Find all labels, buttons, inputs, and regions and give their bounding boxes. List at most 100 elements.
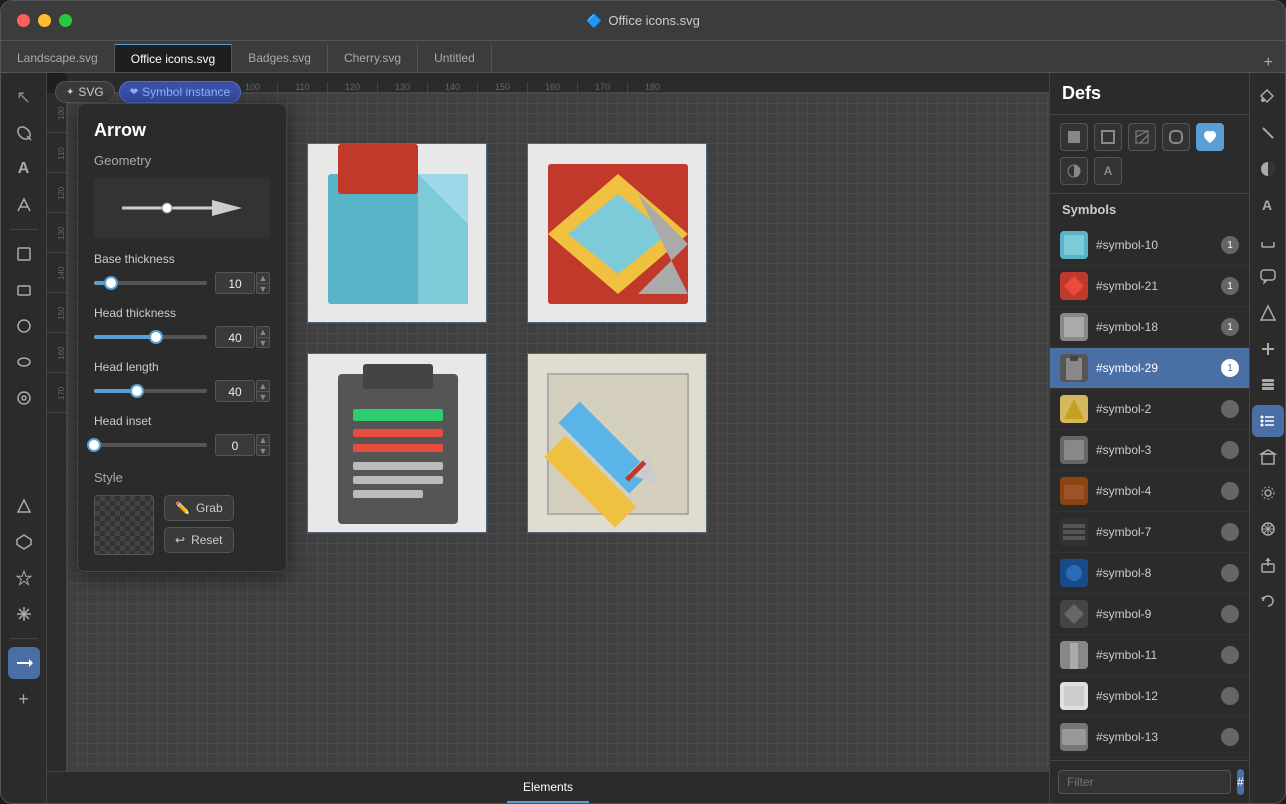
node-tool[interactable] <box>8 189 40 221</box>
tab-office[interactable]: Office icons.svg <box>115 44 232 72</box>
symbol-29-name: #symbol-29 <box>1096 361 1221 375</box>
triangle-tool[interactable] <box>8 490 40 522</box>
base-thickness-up[interactable]: ▲ <box>256 272 270 283</box>
title-bar: 🔷 Office icons.svg <box>1 1 1285 41</box>
rect-stroke-icon[interactable] <box>1094 123 1122 151</box>
elements-tab[interactable]: Elements <box>507 772 589 803</box>
head-thickness-slider[interactable] <box>94 335 207 339</box>
target-tool[interactable] <box>8 382 40 414</box>
symbol-item-9[interactable]: #symbol-9 <box>1050 594 1249 635</box>
symbol-item-8[interactable]: #symbol-8 <box>1050 553 1249 594</box>
symbol-item-3[interactable]: #symbol-3 <box>1050 430 1249 471</box>
settings-tool[interactable] <box>1252 477 1284 509</box>
export-tool[interactable] <box>1252 549 1284 581</box>
snowflake-tool-r[interactable] <box>1252 513 1284 545</box>
head-inset-up[interactable]: ▲ <box>256 434 270 445</box>
triangle-tool-r[interactable] <box>1252 297 1284 329</box>
text-tool[interactable]: A <box>8 153 40 185</box>
heart-fill-icon[interactable] <box>1196 123 1224 151</box>
contrast-tool[interactable] <box>1252 153 1284 185</box>
symbol-item-13[interactable]: #symbol-13 <box>1050 717 1249 758</box>
base-thickness-slider[interactable] <box>94 281 207 285</box>
canvas-icon-4[interactable] <box>527 353 707 533</box>
tab-untitled[interactable]: Untitled <box>418 44 492 72</box>
tab-add-button[interactable]: + <box>1252 54 1285 72</box>
symbol-item-18[interactable]: #symbol-18 1 <box>1050 307 1249 348</box>
undo-tool[interactable] <box>1252 585 1284 617</box>
head-thickness-down[interactable]: ▼ <box>256 337 270 348</box>
symbol-13-count <box>1221 728 1239 746</box>
corner-radius-icon[interactable] <box>1162 123 1190 151</box>
head-thickness-up[interactable]: ▲ <box>256 326 270 337</box>
hatch-icon[interactable] <box>1128 123 1156 151</box>
head-length-down[interactable]: ▼ <box>256 391 270 402</box>
canvas-icon-2[interactable] <box>527 143 707 323</box>
crescent-tool[interactable] <box>8 454 40 486</box>
list-tool[interactable] <box>1252 405 1284 437</box>
symbol-item-2[interactable]: #symbol-2 <box>1050 389 1249 430</box>
canvas-icon-1[interactable] <box>307 143 487 323</box>
symbol-item-10[interactable]: #symbol-10 1 <box>1050 225 1249 266</box>
arrow-tool[interactable] <box>8 647 40 679</box>
symbol-item-12[interactable]: #symbol-12 <box>1050 676 1249 717</box>
ellipse-tool[interactable] <box>8 346 40 378</box>
minimize-button[interactable] <box>38 14 51 27</box>
symbol-item-4[interactable]: #symbol-4 <box>1050 471 1249 512</box>
canvas-icons <box>307 143 717 533</box>
reset-button[interactable]: ↩ Reset <box>164 527 234 553</box>
breadcrumb: ✦ SVG ❤ Symbol instance <box>55 81 241 103</box>
head-inset-slider[interactable] <box>94 443 207 447</box>
circle-tool[interactable] <box>8 310 40 342</box>
grab-button[interactable]: ✏️ Grab <box>164 495 234 521</box>
pen-tool[interactable] <box>8 117 40 149</box>
base-thickness-down[interactable]: ▼ <box>256 283 270 294</box>
building-tool[interactable] <box>1252 441 1284 473</box>
breadcrumb-symbol[interactable]: ❤ Symbol instance <box>119 81 241 103</box>
symbol-list: #symbol-10 1 #symbol-21 1 #symbol-18 1 <box>1050 225 1249 760</box>
symbol-item-21[interactable]: #symbol-21 1 <box>1050 266 1249 307</box>
maximize-button[interactable] <box>59 14 72 27</box>
tab-badges[interactable]: Badges.svg <box>232 44 328 72</box>
symbol-29-thumb <box>1060 354 1088 382</box>
half-moon-tool[interactable] <box>8 418 40 450</box>
breadcrumb-svg[interactable]: ✦ SVG <box>55 81 115 103</box>
select-tool[interactable] <box>8 238 40 270</box>
symbol-9-thumb <box>1060 600 1088 628</box>
plus-tool-r[interactable] <box>1252 333 1284 365</box>
canvas-grid: Arrow Geometry <box>67 93 1049 771</box>
filter-input[interactable] <box>1058 770 1231 794</box>
symbol-10-count: 1 <box>1221 236 1239 254</box>
canvas-icon-3[interactable] <box>307 353 487 533</box>
tab-landscape[interactable]: Landscape.svg <box>1 44 115 72</box>
tab-cherry[interactable]: Cherry.svg <box>328 44 418 72</box>
circle-half-icon[interactable] <box>1060 157 1088 185</box>
head-length-up[interactable]: ▲ <box>256 380 270 391</box>
head-inset-down[interactable]: ▼ <box>256 445 270 456</box>
symbol-item-29[interactable]: #symbol-29 1 <box>1050 348 1249 389</box>
plus-tool[interactable]: + <box>8 683 40 715</box>
measure-tool[interactable] <box>1252 225 1284 257</box>
filter-hash-button[interactable]: # <box>1237 769 1244 795</box>
head-length-slider[interactable] <box>94 389 207 393</box>
rect-fill-icon[interactable] <box>1060 123 1088 151</box>
close-button[interactable] <box>17 14 30 27</box>
canvas[interactable]: Arrow Geometry <box>67 93 1049 771</box>
defs-header: Defs <box>1050 73 1249 115</box>
head-inset-value: 0 <box>215 434 255 456</box>
paint-bucket-tool[interactable] <box>1252 81 1284 113</box>
symbol-item-7[interactable]: #symbol-7 <box>1050 512 1249 553</box>
polygon-tool[interactable] <box>8 526 40 558</box>
symbol-item-11[interactable]: #symbol-11 <box>1050 635 1249 676</box>
text-icon[interactable]: A <box>1094 157 1122 185</box>
layers-tool[interactable] <box>1252 369 1284 401</box>
speech-bubble-tool[interactable] <box>1252 261 1284 293</box>
rectangle-tool[interactable] <box>8 274 40 306</box>
symbol-3-name: #symbol-3 <box>1096 443 1221 457</box>
star-tool[interactable] <box>8 562 40 594</box>
line-tool[interactable] <box>1252 117 1284 149</box>
style-preview <box>94 495 154 555</box>
snowflake-tool[interactable] <box>8 598 40 630</box>
svg-text:A: A <box>1262 197 1272 213</box>
font-tool[interactable]: A <box>1252 189 1284 221</box>
tab-bar: Landscape.svg Office icons.svg Badges.sv… <box>1 41 1285 73</box>
